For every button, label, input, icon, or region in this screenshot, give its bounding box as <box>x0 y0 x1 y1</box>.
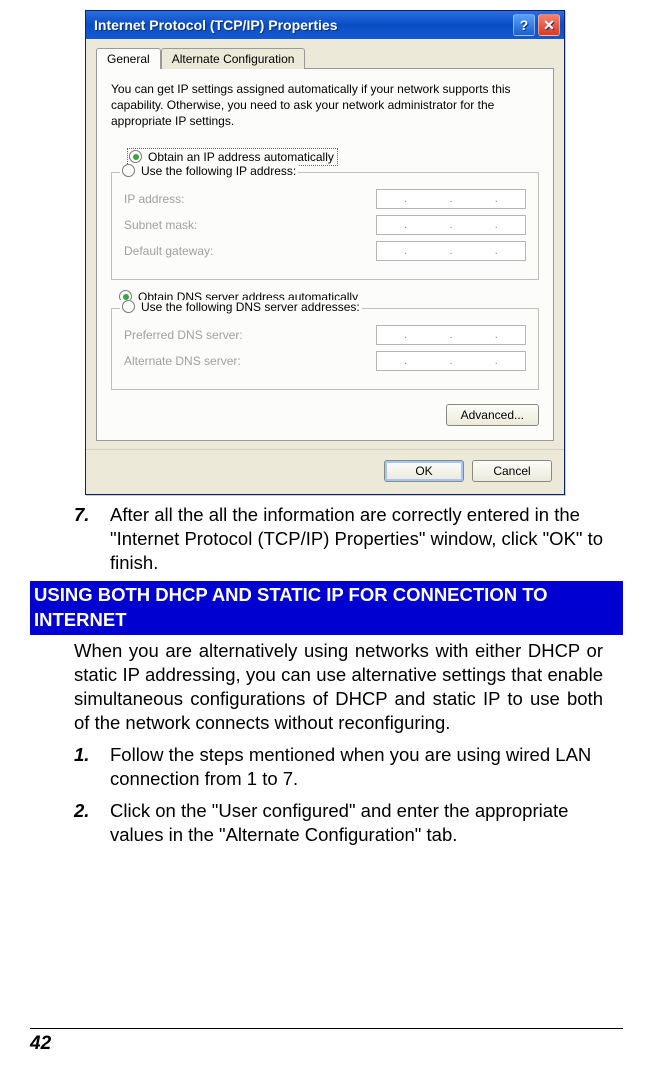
section-paragraph: When you are alternatively using network… <box>30 639 623 735</box>
gateway-field[interactable]: ... <box>376 241 526 261</box>
ip-address-label: IP address: <box>124 192 376 206</box>
preferred-dns-label: Preferred DNS server: <box>124 328 376 342</box>
subnet-field[interactable]: ... <box>376 215 526 235</box>
step-text: Click on the "User configured" and enter… <box>110 800 568 845</box>
tab-general[interactable]: General <box>96 48 161 69</box>
dialog-footer: OK Cancel <box>86 449 564 494</box>
alternate-dns-field[interactable]: ... <box>376 351 526 371</box>
description-text: You can get IP settings assigned automat… <box>111 81 539 130</box>
radio-label: Obtain an IP address automatically <box>148 150 334 164</box>
gateway-label: Default gateway: <box>124 244 376 258</box>
step-7: 7.After all the all the information are … <box>30 503 623 575</box>
radio-icon <box>129 150 142 163</box>
window-title: Internet Protocol (TCP/IP) Properties <box>94 17 337 33</box>
section-heading: USING BOTH DHCP AND STATIC IP FOR CONNEC… <box>30 581 623 635</box>
page-number: 42 <box>30 1033 51 1054</box>
titlebar: Internet Protocol (TCP/IP) Properties ? … <box>86 11 564 39</box>
tab-alternate[interactable]: Alternate Configuration <box>161 48 306 69</box>
step-number: 1. <box>74 743 110 767</box>
step-text: After all the all the information are co… <box>110 504 603 573</box>
alternate-dns-label: Alternate DNS server: <box>124 354 376 368</box>
close-button[interactable]: ✕ <box>538 14 560 36</box>
step-2: 2.Click on the "User configured" and ent… <box>30 799 623 847</box>
subnet-label: Subnet mask: <box>124 218 376 232</box>
step-number: 7. <box>74 503 110 527</box>
preferred-dns-field[interactable]: ... <box>376 325 526 345</box>
ip-address-field[interactable]: ... <box>376 189 526 209</box>
tab-panel-general: You can get IP settings assigned automat… <box>96 69 554 441</box>
ok-button[interactable]: OK <box>384 460 464 482</box>
radio-use-ip[interactable]: Use the following IP address: <box>141 164 296 178</box>
cancel-button[interactable]: Cancel <box>472 460 552 482</box>
advanced-button[interactable]: Advanced... <box>446 404 539 426</box>
radio-icon <box>122 164 135 177</box>
help-button[interactable]: ? <box>513 14 535 36</box>
radio-icon <box>122 300 135 313</box>
tcpip-properties-dialog: Internet Protocol (TCP/IP) Properties ? … <box>85 10 565 495</box>
tab-strip: General Alternate Configuration <box>96 47 554 69</box>
static-ip-group: Use the following IP address: IP address… <box>111 172 539 280</box>
step-number: 2. <box>74 799 110 823</box>
static-dns-group: Use the following DNS server addresses: … <box>111 308 539 390</box>
step-1: 1.Follow the steps mentioned when you ar… <box>30 743 623 791</box>
step-text: Follow the steps mentioned when you are … <box>110 744 591 789</box>
radio-use-dns[interactable]: Use the following DNS server addresses: <box>141 300 360 314</box>
page-footer: 42 <box>30 1028 623 1055</box>
